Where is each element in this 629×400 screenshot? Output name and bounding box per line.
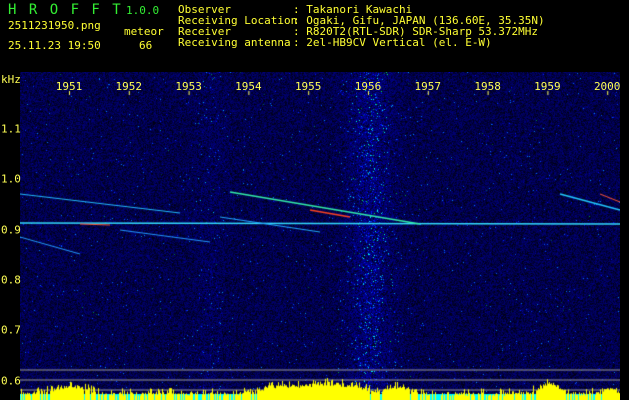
x-tick-label: 2000 [593, 80, 621, 93]
y-tick-label: 1.0 [1, 172, 21, 186]
app-title: H R O F F T [8, 2, 123, 18]
x-tick-label: 1955 [294, 80, 322, 93]
y-axis-unit: kHz [1, 73, 21, 86]
y-tick-label: 1.1 [1, 122, 21, 136]
y-tick-label: 0.9 [1, 223, 21, 237]
meteor-label: meteor [124, 25, 164, 38]
x-tick-label: 1957 [414, 80, 442, 93]
y-tick-label: 0.6 [1, 374, 21, 387]
info-row: Receiving antenna: 2el-HB9CV Vertical (e… [178, 36, 492, 49]
station-info: Observer: Takanori Kawachi Receiving Loc… [178, 4, 545, 48]
x-tick-label: 1959 [534, 80, 561, 93]
file-datetime: 25.11.23 19:50 [8, 39, 101, 52]
y-tick-label: 0.7 [1, 323, 21, 337]
x-tick-label: 1952 [115, 80, 143, 93]
x-tick-label: 1953 [175, 80, 202, 93]
file-name: 2511231950.png [8, 19, 101, 32]
meteor-count: 66 [139, 39, 153, 52]
x-tick-label: 1954 [235, 80, 262, 93]
info-key: Receiving antenna [178, 36, 291, 49]
x-tick-label: 1958 [474, 80, 501, 93]
y-tick-label: 0.8 [1, 273, 21, 287]
spectrogram [20, 72, 620, 400]
x-tick-label: 1956 [354, 80, 382, 93]
info-value: 2el-HB9CV Vertical (el. E-W) [306, 36, 492, 49]
app-version: 1.0.0 [126, 4, 160, 17]
x-tick-label: 1951 [55, 80, 83, 93]
